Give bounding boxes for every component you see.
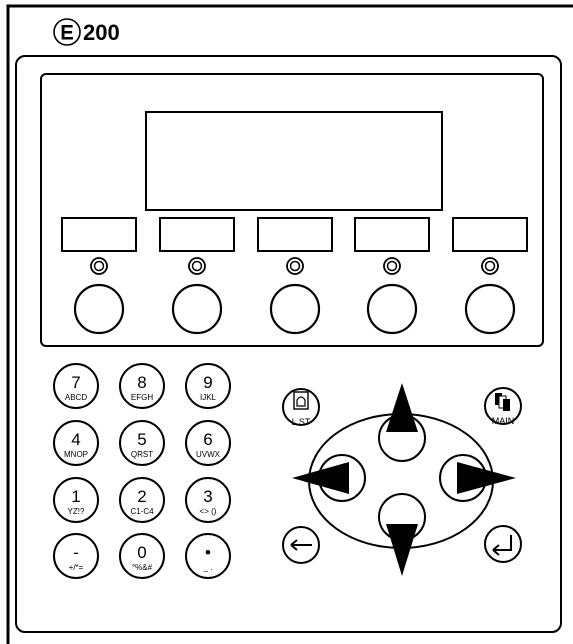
alarm-list-icon (293, 391, 309, 410)
softkey-led (383, 257, 401, 275)
keypad-key-number: 6 (203, 430, 212, 449)
arrow-left-icon (290, 539, 312, 551)
softkey-label-field (452, 217, 528, 252)
softkey-button[interactable] (269, 283, 321, 335)
pages-icon (495, 393, 510, 411)
numeric-keypad: 7ABCD 8EFGH 9IJKL 4MNOP 5QRST 6UVWX 1YZ!? 2C1-C… (53, 363, 231, 579)
keypad-key[interactable]: 2C1-C4 (119, 477, 165, 523)
model-number: 200 (83, 20, 120, 45)
softkey-label-field (61, 217, 137, 252)
softkey-3 (257, 217, 333, 335)
down-arrow-button[interactable] (378, 493, 426, 576)
keypad-key[interactable]: 5QRST (119, 420, 165, 466)
keypad-key-letters: UVWX (196, 450, 221, 459)
back-button[interactable] (282, 526, 320, 564)
keypad-key-number: 1 (71, 487, 80, 506)
softkey-button[interactable] (464, 283, 516, 335)
keypad-key-number: • (205, 543, 211, 562)
right-arrow-icon (457, 462, 516, 494)
outer-frame (6, 4, 573, 644)
left-arrow-button[interactable] (292, 454, 366, 502)
keypad-key-number: 8 (137, 373, 146, 392)
softkey-5 (452, 217, 528, 335)
softkey-led (286, 257, 304, 275)
keypad-key-number: 2 (137, 487, 146, 506)
enter-button[interactable] (484, 525, 522, 563)
up-arrow-button[interactable] (378, 383, 426, 462)
lcd-screen (145, 111, 443, 211)
keypad-key[interactable]: -+/*= (53, 533, 99, 579)
keypad-key[interactable]: 1YZ!? (53, 477, 99, 523)
right-arrow-button[interactable] (439, 454, 516, 502)
keypad-key-letters: °%&# (132, 563, 153, 572)
keypad-key[interactable]: 7ABCD (53, 363, 99, 409)
keypad-key-number: - (73, 543, 79, 562)
brand-logo: E 200 (53, 18, 120, 46)
keypad-key-letters: QRST (131, 450, 153, 459)
keypad-key[interactable]: 6UVWX (185, 420, 231, 466)
softkey-label-field (257, 217, 333, 252)
softkey-label-field (354, 217, 430, 252)
softkey-led (90, 257, 108, 275)
operator-panel: E 200 7ABCD 8EFGH 9IJKL 4MNOP 5QRST 6UVWX 1YZ!… (6, 4, 573, 644)
enter-icon (492, 535, 512, 556)
softkey-led (188, 257, 206, 275)
logo-letter: E (61, 23, 74, 44)
main-button[interactable]: MAIN (484, 387, 522, 426)
keypad-key-number: 4 (71, 430, 80, 449)
softkey-1 (61, 217, 137, 335)
keypad-key[interactable]: 9IJKL (185, 363, 231, 409)
keypad-key-letters: IJKL (200, 393, 217, 402)
keypad-key-number: 7 (71, 373, 80, 392)
softkey-button[interactable] (366, 283, 418, 335)
softkey-row (61, 217, 528, 335)
down-arrow-icon (386, 524, 418, 576)
panel-body (15, 55, 562, 633)
keypad-key-letters: ABCD (65, 393, 87, 402)
keypad-key-number: 5 (137, 430, 146, 449)
keypad-key[interactable]: 3<> () (185, 477, 231, 523)
keypad-key[interactable]: 4MNOP (53, 420, 99, 466)
list-button-label: L ST (292, 417, 311, 427)
softkey-label-field (159, 217, 235, 252)
keypad-key-letters: MNOP (64, 450, 88, 459)
keypad-key-letters: <> () (200, 507, 217, 516)
keypad-key-number: 0 (137, 543, 146, 562)
up-arrow-icon (386, 383, 418, 432)
keypad-key-letters: YZ!? (68, 507, 85, 516)
softkey-button[interactable] (73, 283, 125, 335)
softkey-2 (159, 217, 235, 335)
keypad-key[interactable]: 0°%&# (119, 533, 165, 579)
main-button-label: MAIN (492, 416, 515, 426)
softkey-led (481, 257, 499, 275)
keypad-key-number: 3 (203, 487, 212, 506)
left-arrow-icon (292, 462, 349, 494)
keypad-key-letters: _ . (203, 563, 213, 572)
keypad-key-number: 9 (203, 373, 212, 392)
navigation-cluster: L ST MAIN (282, 383, 522, 576)
keypad-key-letters: +/*= (69, 563, 84, 572)
list-button[interactable]: L ST (282, 388, 320, 427)
keypad-key[interactable]: 8EFGH (119, 363, 165, 409)
softkey-button[interactable] (171, 283, 223, 335)
keypad-key[interactable]: •_ . (185, 533, 231, 579)
softkey-4 (354, 217, 430, 335)
keypad-key-letters: EFGH (131, 393, 153, 402)
keypad-key-letters: C1-C4 (130, 507, 154, 516)
